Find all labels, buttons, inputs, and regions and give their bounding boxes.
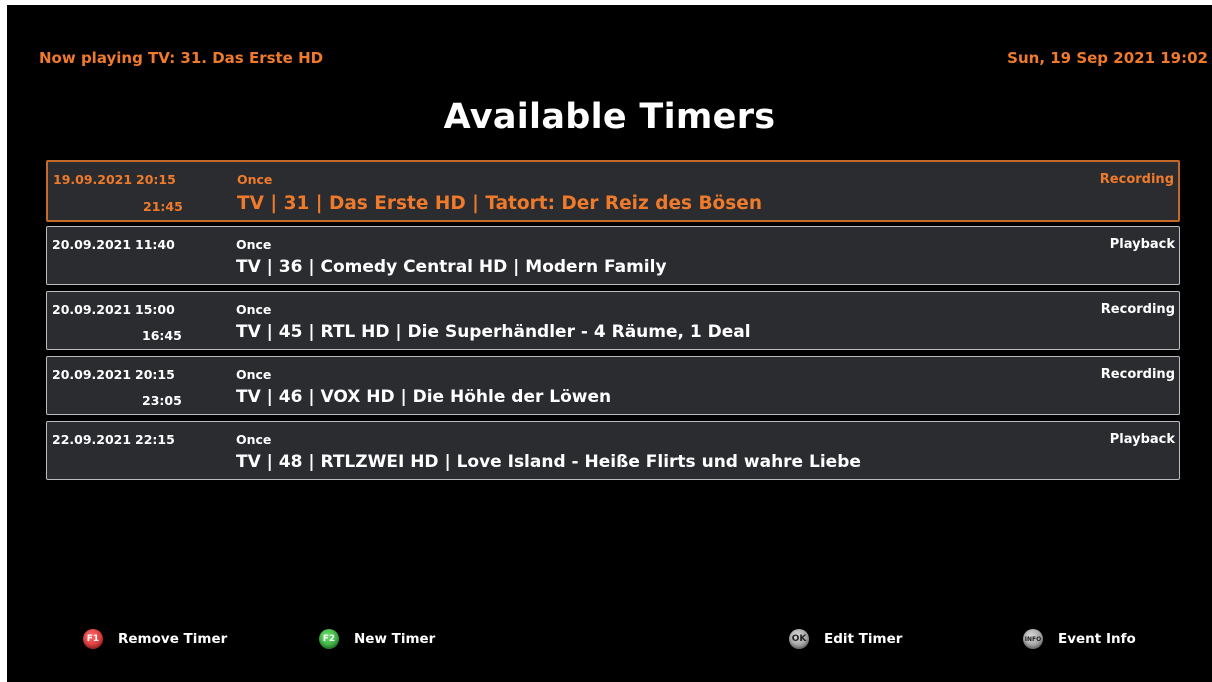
timer-event-title: TV | 46 | VOX HD | Die Höhle der Löwen [236, 387, 612, 407]
timer-start-time: 11:40 [135, 237, 175, 252]
timer-row[interactable]: 20.09.2021 20:15 23:05 Once TV | 46 | VO… [46, 356, 1180, 415]
new-timer-label: New Timer [354, 631, 436, 647]
timer-row[interactable]: 19.09.2021 20:15 21:45 Once TV | 31 | Da… [46, 160, 1180, 222]
info-key-icon: INFO [1023, 629, 1043, 649]
timer-start-time: 20:15 [135, 367, 175, 382]
edit-timer-button[interactable]: OK Edit Timer [789, 629, 902, 649]
timer-start-time: 22:15 [135, 432, 175, 447]
timer-date: 19.09.2021 [53, 172, 133, 187]
timer-row[interactable]: 20.09.2021 11:40 Once TV | 36 | Comedy C… [46, 226, 1180, 285]
timer-repeat: Once [236, 367, 272, 382]
event-info-button[interactable]: INFO Event Info [1023, 629, 1136, 649]
timer-start-time: 15:00 [135, 302, 175, 317]
timer-end-time: 16:45 [142, 328, 182, 343]
remove-timer-label: Remove Timer [118, 631, 228, 647]
timer-date: 20.09.2021 [52, 237, 132, 252]
ok-key-icon: OK [789, 629, 809, 649]
timer-row[interactable]: 20.09.2021 15:00 16:45 Once TV | 45 | RT… [46, 291, 1180, 350]
timer-event-title: TV | 45 | RTL HD | Die Superhändler - 4 … [236, 322, 751, 342]
timer-row[interactable]: 22.09.2021 22:15 Once TV | 48 | RTLZWEI … [46, 421, 1180, 480]
timer-date: 20.09.2021 [52, 367, 132, 382]
timer-event-title: TV | 48 | RTLZWEI HD | Love Island - Hei… [236, 452, 861, 472]
event-info-label: Event Info [1058, 631, 1136, 647]
timer-event-title: TV | 31 | Das Erste HD | Tatort: Der Rei… [237, 193, 763, 214]
timer-end-time: 21:45 [143, 199, 183, 214]
timer-date: 20.09.2021 [52, 302, 132, 317]
remove-timer-button[interactable]: F1 Remove Timer [83, 629, 227, 649]
timer-type: Playback [1109, 237, 1175, 252]
key-hint-bar: F1 Remove Timer F2 New Timer OK Edit Tim… [7, 629, 1212, 653]
edit-timer-label: Edit Timer [824, 631, 903, 647]
red-f1-key-icon: F1 [83, 629, 103, 649]
timer-type: Recording [1100, 302, 1175, 317]
current-datetime: Sun, 19 Sep 2021 19:02 [1007, 49, 1208, 67]
tv-screen: Now playing TV: 31. Das Erste HD Sun, 19… [7, 5, 1212, 682]
timer-type: Playback [1109, 432, 1175, 447]
timer-repeat: Once [237, 172, 273, 187]
timer-repeat: Once [236, 432, 272, 447]
timer-type: Recording [1100, 367, 1175, 382]
timer-date: 22.09.2021 [52, 432, 132, 447]
timer-start-time: 20:15 [136, 172, 176, 187]
now-playing-status: Now playing TV: 31. Das Erste HD [39, 49, 324, 67]
new-timer-button[interactable]: F2 New Timer [319, 629, 435, 649]
timer-repeat: Once [236, 237, 272, 252]
timer-event-title: TV | 36 | Comedy Central HD | Modern Fam… [236, 257, 667, 277]
timer-list: 19.09.2021 20:15 21:45 Once TV | 31 | Da… [46, 160, 1180, 486]
page-title: Available Timers [443, 97, 776, 137]
timer-end-time: 23:05 [142, 393, 182, 408]
timer-repeat: Once [236, 302, 272, 317]
green-f2-key-icon: F2 [319, 629, 339, 649]
timer-type: Recording [1099, 172, 1174, 187]
